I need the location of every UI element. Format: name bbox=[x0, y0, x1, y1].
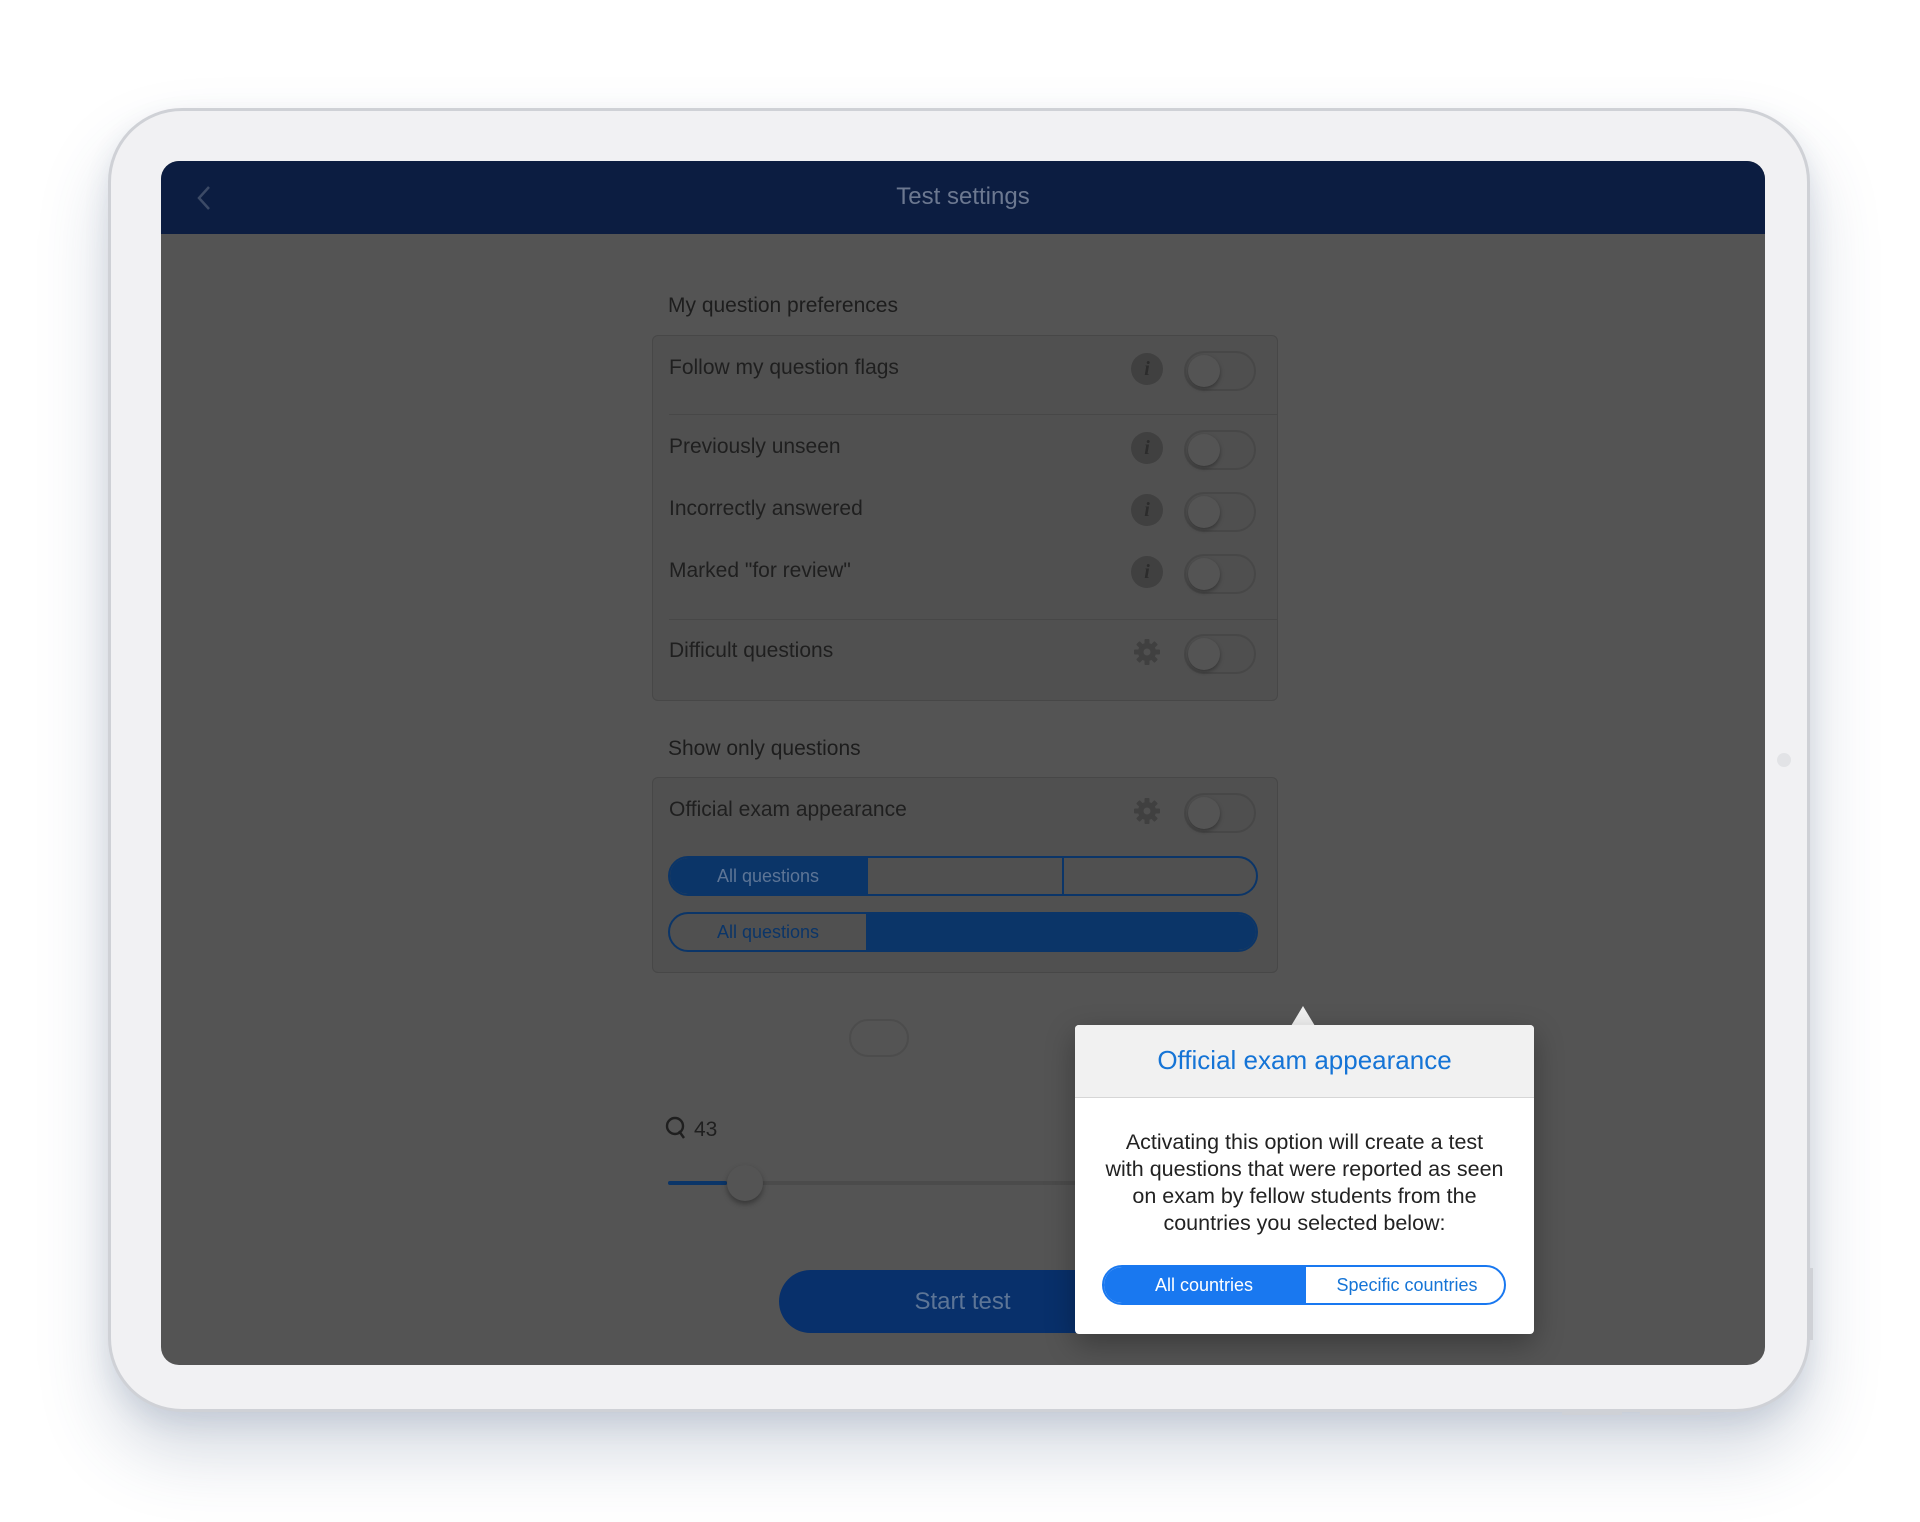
popover-body: Activating this option will create a tes… bbox=[1105, 1130, 1504, 1235]
segment-specific-countries[interactable]: Specific countries bbox=[1304, 1267, 1504, 1303]
segment-option-3[interactable] bbox=[1062, 858, 1256, 894]
segmented-control-a: All questions bbox=[668, 856, 1258, 896]
app-screen: Test settings My question preferences Fo… bbox=[161, 161, 1765, 1365]
row-divider bbox=[669, 619, 1277, 620]
countries-segmented-control: All countries Specific countries bbox=[1102, 1265, 1506, 1305]
toggle-previously-unseen[interactable] bbox=[1184, 430, 1256, 470]
pref-label: Previously unseen bbox=[669, 435, 841, 458]
popover-title: Official exam appearance bbox=[1157, 1045, 1452, 1075]
info-icon[interactable]: i bbox=[1131, 494, 1163, 526]
nav-bar: Test settings bbox=[161, 161, 1765, 234]
segment-option-2[interactable] bbox=[866, 858, 1062, 894]
pref-label: Marked "for review" bbox=[669, 559, 851, 582]
question-count-icon bbox=[665, 1116, 685, 1139]
section-heading-preferences: My question preferences bbox=[668, 294, 898, 317]
pref-row-flags: Follow my question flags i bbox=[653, 339, 1277, 399]
pref-label: Follow my question flags bbox=[669, 356, 899, 379]
pref-row-difficult: Difficult questions bbox=[653, 622, 1277, 682]
pref-label: Incorrectly answered bbox=[669, 497, 863, 520]
toggle-marked-for-review[interactable] bbox=[1184, 554, 1256, 594]
slider-fill bbox=[668, 1181, 727, 1185]
official-exam-label: Official exam appearance bbox=[669, 798, 907, 821]
popover-arrow bbox=[1291, 1006, 1315, 1026]
info-icon[interactable]: i bbox=[1131, 556, 1163, 588]
question-count-value: 43 bbox=[694, 1118, 718, 1141]
page-title: Test settings bbox=[896, 183, 1030, 210]
toggle-knob bbox=[1188, 355, 1220, 387]
mode-toggle-pill[interactable] bbox=[849, 1019, 909, 1057]
segment-all-questions[interactable]: All questions bbox=[670, 914, 866, 950]
gear-icon[interactable] bbox=[1131, 795, 1163, 827]
row-divider bbox=[669, 414, 1277, 415]
segment-all-countries[interactable]: All countries bbox=[1104, 1267, 1304, 1303]
segmented-control-b: All questions bbox=[668, 912, 1258, 952]
row-official-exam: Official exam appearance bbox=[653, 781, 1277, 841]
preferences-group: Follow my question flags i Previously un… bbox=[652, 335, 1278, 701]
pref-label: Difficult questions bbox=[669, 639, 834, 662]
segment-all-questions[interactable]: All questions bbox=[670, 858, 866, 894]
toggle-difficult-questions[interactable] bbox=[1184, 634, 1256, 674]
power-button-left bbox=[1562, 1412, 1622, 1415]
toggle-knob bbox=[1188, 496, 1220, 528]
pref-row-review: Marked "for review" i bbox=[653, 542, 1277, 602]
popover-header: Official exam appearance bbox=[1075, 1025, 1534, 1098]
gear-icon[interactable] bbox=[1131, 636, 1163, 668]
info-icon[interactable]: i bbox=[1131, 353, 1163, 385]
toggle-follow-flags[interactable] bbox=[1184, 351, 1256, 391]
toggle-official-exam[interactable] bbox=[1184, 793, 1256, 833]
pref-row-unseen: Previously unseen i bbox=[653, 418, 1277, 478]
toggle-knob bbox=[1188, 797, 1220, 829]
info-popover: Official exam appearance Activating this… bbox=[1075, 1025, 1534, 1334]
toggle-knob bbox=[1188, 638, 1220, 670]
info-icon[interactable]: i bbox=[1131, 432, 1163, 464]
toggle-knob bbox=[1188, 558, 1220, 590]
volume-button bbox=[1810, 1268, 1813, 1340]
pref-row-incorrect: Incorrectly answered i bbox=[653, 480, 1277, 540]
toggle-incorrectly-answered[interactable] bbox=[1184, 492, 1256, 532]
camera-dot bbox=[1777, 753, 1791, 767]
power-button-right bbox=[1640, 1412, 1700, 1415]
segment-option-2[interactable] bbox=[866, 914, 1256, 950]
slider-thumb[interactable] bbox=[727, 1165, 763, 1201]
section-heading-show-only: Show only questions bbox=[668, 737, 861, 760]
toggle-knob bbox=[1188, 434, 1220, 466]
